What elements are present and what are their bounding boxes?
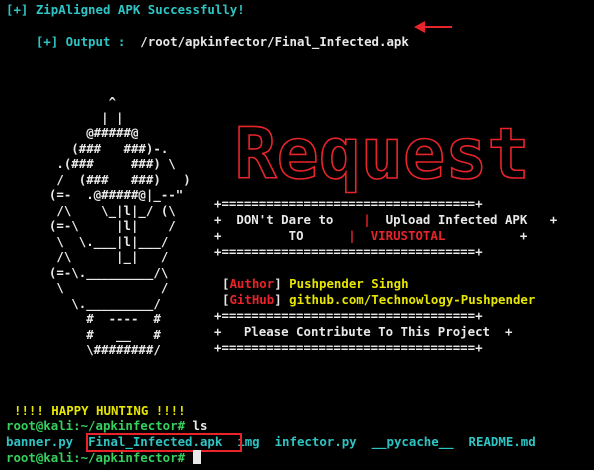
terminal-cursor — [192, 450, 201, 464]
dir-pycache: __pycache__ — [371, 434, 454, 449]
contribute-line: + Please Contribute To This Project + — [214, 324, 513, 339]
prompt-text-2: root@kali:~/apkinfector# — [6, 450, 186, 465]
ascii-art: ^ | | @#####@ (### ###)-. .(### ###) \ /… — [48, 94, 191, 357]
zipaligned-line: [+] ZipAligned APK Successfully! — [6, 2, 245, 17]
author-line: [Author] Pushpender Singh — [222, 276, 409, 291]
banner-row-2: + TO | VIRUSTOTAL + — [214, 228, 528, 243]
github-line: [GitHub] github.com/Technowlogy-Pushpend… — [222, 292, 536, 307]
author-value: Pushpender Singh — [289, 276, 409, 291]
banner-row1-right: Upload Infected APK — [385, 212, 528, 227]
banner-sep-1: +==================================+ — [214, 196, 483, 211]
contribute-text: Please Contribute To This Project — [243, 324, 491, 339]
banner-sep-3: +==================================+ — [214, 308, 483, 323]
prompt-text: root@kali:~/apkinfector# — [6, 418, 186, 433]
file-infector-py: infector.py — [274, 434, 357, 449]
banner-row-1: + DON't Dare to | Upload Infected APK + — [214, 212, 558, 227]
output-line: [+] Output : /root/apkinfector/Final_Inf… — [6, 18, 409, 66]
happy-hunting: !!!! HAPPY HUNTING !!!! — [14, 403, 186, 418]
banner-title-area: Request — [232, 108, 532, 198]
banner-sep-2: +==================================+ — [214, 244, 483, 259]
banner-row2-right: VIRUSTOTAL — [370, 228, 446, 243]
request-logo-text: Request — [234, 113, 529, 195]
banner-sep-4: +==================================+ — [214, 340, 483, 355]
prompt-line-2[interactable]: root@kali:~/apkinfector# — [6, 450, 201, 466]
arrow-annotation-icon — [414, 21, 452, 33]
file-banner-py: banner.py — [6, 434, 74, 449]
output-path: /root/apkinfector/Final_Infected.apk — [140, 34, 409, 49]
author-label: Author — [229, 276, 275, 291]
prompt-line-1: root@kali:~/apkinfector# ls — [6, 418, 207, 434]
request-logo-icon: Request — [234, 112, 531, 196]
banner-row2-left: TO — [288, 228, 304, 243]
terminal-window[interactable]: [+] ZipAligned APK Successfully! [+] Out… — [0, 0, 594, 470]
output-prefix: [+] Output : — [35, 34, 126, 49]
github-value: github.com/Technowlogy-Pushpender — [289, 292, 536, 307]
banner-row1-left: DON't Dare to — [236, 212, 334, 227]
file-readme-md: README.md — [468, 434, 536, 449]
command-ls: ls — [192, 418, 208, 433]
github-label: GitHub — [229, 292, 275, 307]
